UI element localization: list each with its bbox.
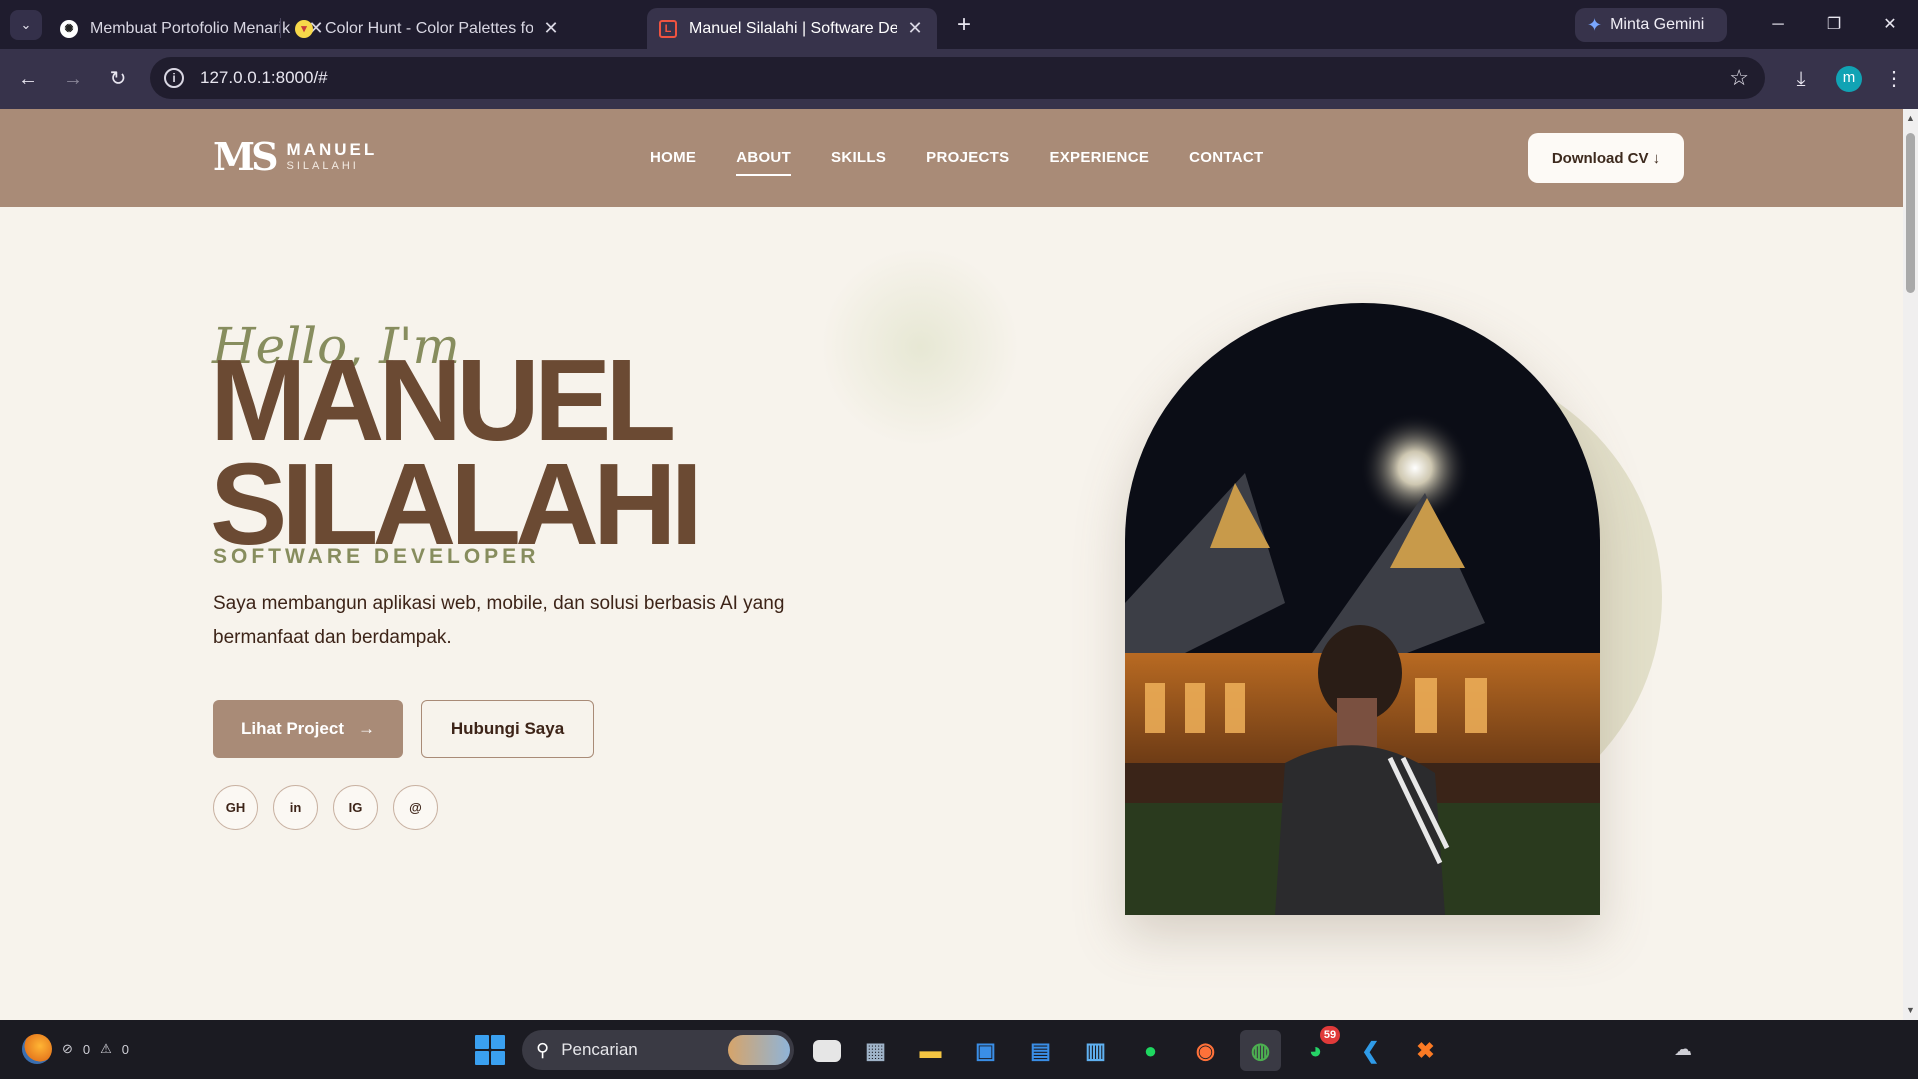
windows-taskbar: ⊘ 0 ⚠ 0 ⚲ Pencarian ▦ ▬ ▣ ▤ ▥ ● ◉ ◍ ◕ 59… — [0, 1020, 1918, 1079]
social-links: GH in IG @ — [213, 785, 438, 830]
weather-icon[interactable] — [22, 1034, 52, 1064]
windows-start-icon[interactable] — [475, 1035, 505, 1065]
view-projects-button[interactable]: Lihat Project → — [213, 700, 403, 758]
tab-divider — [280, 18, 281, 38]
github-link[interactable]: GH — [213, 785, 258, 830]
browser-toolbar: ← → ↻ i 127.0.0.1:8000/# ☆ ⤓ m ⋮ — [0, 49, 1918, 109]
search-highlight-image — [728, 1035, 790, 1065]
bookmark-star-icon[interactable]: ☆ — [1729, 65, 1749, 91]
download-cv-button[interactable]: Download CV ↓ — [1528, 133, 1684, 183]
whatsapp-icon[interactable]: ◕ 59 — [1295, 1026, 1340, 1071]
hero-name-first: MANUEL — [210, 335, 676, 465]
restore-icon[interactable]: ❐ — [1814, 10, 1854, 40]
color-hunt-icon: ▾ — [295, 19, 313, 38]
nav-about[interactable]: ABOUT — [736, 149, 791, 176]
address-bar[interactable]: i 127.0.0.1:8000/# ☆ — [150, 57, 1765, 99]
folder-icon[interactable]: ▬ — [910, 1030, 951, 1071]
site-navbar: MS MANUEL SILALAHI HOME ABOUT SKILLS PRO… — [0, 109, 1903, 207]
hero-name-last: SILALAHI — [210, 439, 703, 569]
spotify-icon[interactable]: ● — [1130, 1030, 1171, 1071]
gemini-button[interactable]: ✦ Minta Gemini — [1575, 8, 1727, 42]
laravel-icon: L — [659, 19, 677, 38]
tab-search-chevron-icon[interactable]: ⌄ — [10, 10, 42, 40]
gemini-label: Minta Gemini — [1610, 16, 1705, 33]
email-link[interactable]: @ — [393, 785, 438, 830]
new-tab-button[interactable]: + — [950, 12, 978, 40]
error-count: 0 — [82, 1041, 91, 1057]
tab-title: Manuel Silalahi | Software Devel — [689, 19, 897, 37]
url-text[interactable]: 127.0.0.1:8000/# — [200, 68, 328, 88]
vscode-icon[interactable]: ❮ — [1350, 1030, 1391, 1071]
hero-role: SOFTWARE DEVELOPER — [213, 545, 540, 568]
scrollbar-thumb[interactable] — [1906, 133, 1915, 293]
arrow-right-icon: → — [357, 719, 375, 738]
tab-title: Membuat Portofolio Menarik — [90, 19, 291, 37]
site-logo[interactable]: MS MANUEL SILALAHI — [213, 134, 378, 179]
notification-badge: 59 — [1320, 1026, 1340, 1044]
close-icon[interactable]: ✕ — [541, 18, 561, 39]
page-scrollbar[interactable]: ▲ ▼ — [1903, 109, 1918, 1020]
nav-home[interactable]: HOME — [650, 149, 696, 176]
microsoft-store-icon[interactable]: ▣ — [965, 1030, 1006, 1071]
tab-portfolio[interactable]: L Manuel Silalahi | Software Devel ✕ — [647, 8, 937, 49]
gemini-sparkle-icon: ✦ — [1587, 14, 1603, 35]
reload-icon[interactable]: ↻ — [102, 63, 134, 95]
search-icon: ⚲ — [536, 1039, 550, 1060]
minimize-icon[interactable]: ─ — [1758, 10, 1798, 40]
view-projects-label: Lihat Project — [241, 719, 344, 738]
chrome-icon[interactable]: ◍ — [1240, 1030, 1281, 1071]
file-explorer-icon[interactable] — [813, 1040, 841, 1062]
nav-contact[interactable]: CONTACT — [1189, 149, 1263, 176]
decorative-glow — [820, 247, 1020, 447]
main-menu: HOME ABOUT SKILLS PROJECTS EXPERIENCE CO… — [650, 149, 1263, 176]
logo-text: MANUEL SILALAHI — [287, 141, 378, 173]
contact-me-button[interactable]: Hubungi Saya — [421, 700, 594, 758]
profile-photo-illustration — [1125, 303, 1600, 915]
site-info-icon[interactable]: i — [164, 68, 184, 88]
logo-name: MANUEL — [286, 140, 378, 159]
logo-subtitle: SILALAHI — [286, 160, 359, 172]
cloud-tray-icon[interactable]: ☁ — [1674, 1039, 1692, 1060]
calendar-icon[interactable]: ▤ — [1020, 1030, 1061, 1071]
hero-description: Saya membangun aplikasi web, mobile, dan… — [213, 593, 785, 648]
page-viewport: MS MANUEL SILALAHI HOME ABOUT SKILLS PRO… — [0, 109, 1903, 1020]
close-window-icon[interactable]: ✕ — [1870, 10, 1910, 40]
instagram-link[interactable]: IG — [333, 785, 378, 830]
search-placeholder: Pencarian — [561, 1040, 638, 1059]
firefox-icon[interactable]: ◉ — [1185, 1030, 1226, 1071]
warning-count: 0 — [121, 1041, 130, 1057]
tab-title: Color Hunt - Color Palettes for D — [325, 19, 533, 37]
hero-section: Hello, I'm MANUEL SILALAHI SOFTWARE DEVE… — [0, 207, 1903, 1020]
warning-icon: ⚠ — [100, 1041, 112, 1056]
forward-arrow-icon[interactable]: → — [57, 63, 89, 95]
close-icon[interactable]: ✕ — [905, 18, 925, 39]
browser-tab-strip: ⌄ ✺ Membuat Portofolio Menarik ✕ ▾ Color… — [0, 0, 1918, 49]
kebab-menu-icon[interactable]: ⋮ — [1878, 63, 1910, 95]
notepad-icon[interactable]: ▥ — [1075, 1030, 1116, 1071]
taskbar-apps: ▦ ▬ ▣ ▤ ▥ ● ◉ ◍ ◕ 59 ❮ ✖ — [813, 1026, 1446, 1071]
profile-avatar[interactable]: m — [1836, 66, 1862, 92]
tab-color-hunt[interactable]: ▾ Color Hunt - Color Palettes for D ✕ — [283, 8, 573, 49]
download-icon[interactable]: ⤓ — [1785, 63, 1817, 95]
logo-mark: MS — [213, 134, 278, 179]
scroll-up-arrow-icon[interactable]: ▲ — [1906, 113, 1915, 123]
nav-projects[interactable]: PROJECTS — [926, 149, 1009, 176]
taskbar-search[interactable]: ⚲ Pencarian — [522, 1030, 794, 1070]
taskbar-status: ⊘ 0 ⚠ 0 — [22, 1034, 129, 1064]
nav-skills[interactable]: SKILLS — [831, 149, 886, 176]
xampp-icon[interactable]: ✖ — [1405, 1030, 1446, 1071]
back-arrow-icon[interactable]: ← — [12, 63, 44, 95]
linkedin-link[interactable]: in — [273, 785, 318, 830]
chatgpt-icon: ✺ — [60, 19, 78, 38]
sync-icon: ⊘ — [62, 1041, 73, 1056]
nav-experience[interactable]: EXPERIENCE — [1049, 149, 1149, 176]
calculator-icon[interactable]: ▦ — [855, 1030, 896, 1071]
scroll-down-arrow-icon[interactable]: ▼ — [1906, 1005, 1915, 1015]
profile-photo — [1125, 303, 1600, 915]
